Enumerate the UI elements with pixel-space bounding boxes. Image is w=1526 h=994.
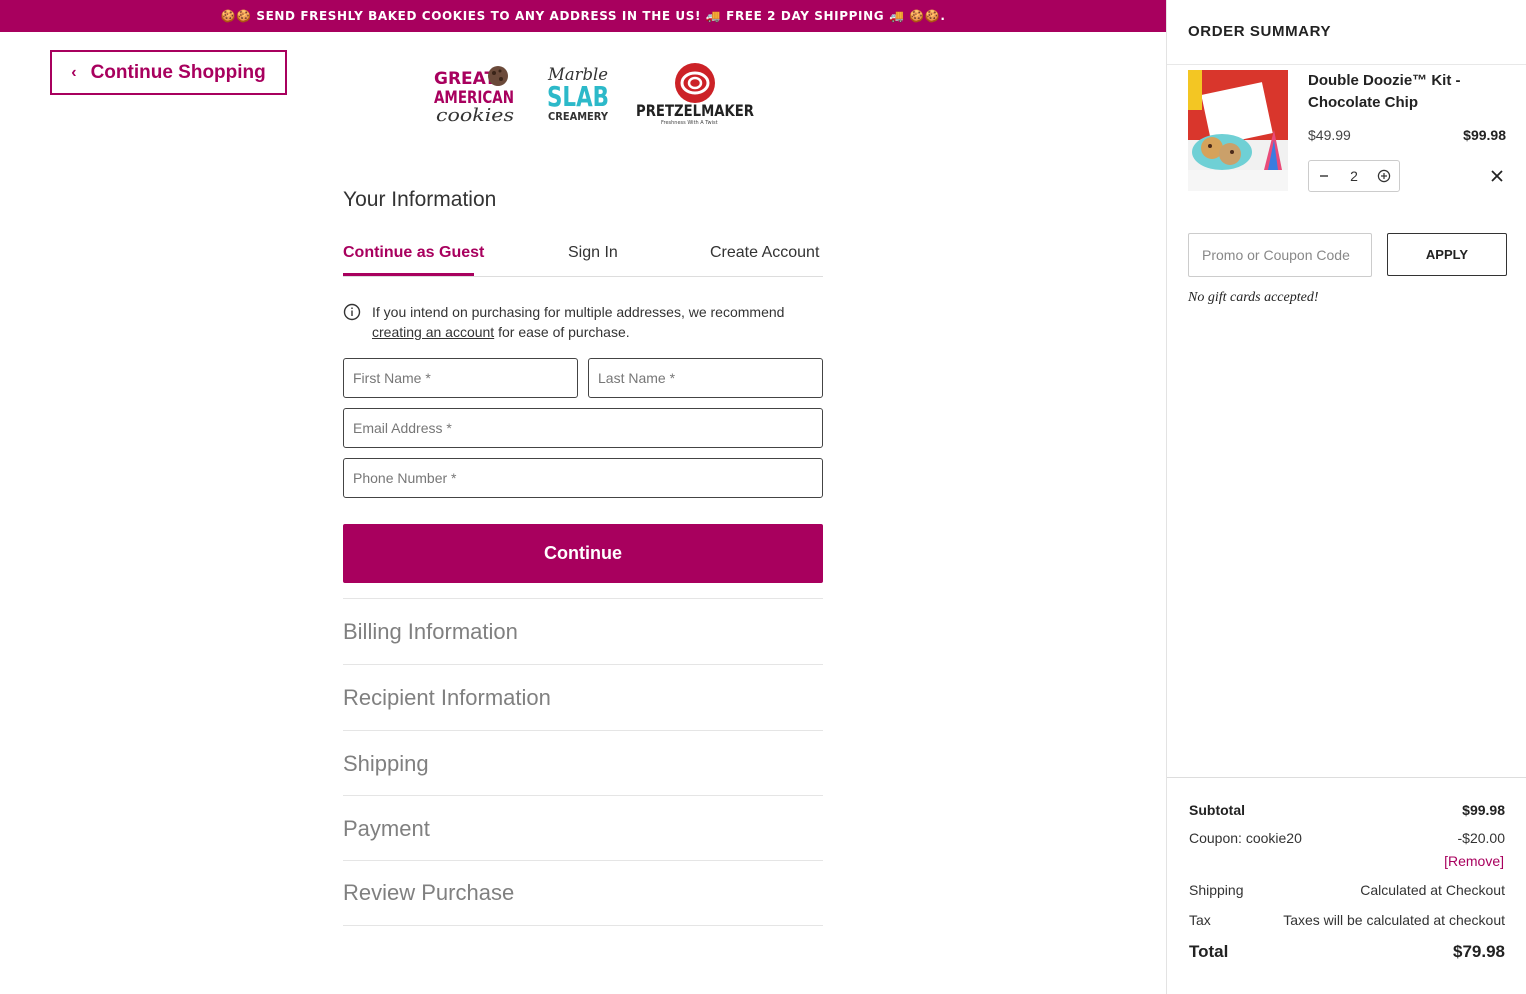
account-tabs: Continue as Guest Sign In Create Account xyxy=(343,241,823,277)
svg-text:GREAT: GREAT xyxy=(434,69,496,89)
step-shipping: Shipping xyxy=(343,730,823,796)
tax-value: Taxes will be calculated at checkout xyxy=(1283,912,1505,928)
coupon-label: Coupon: cookie20 xyxy=(1189,830,1302,846)
chevron-left-icon: ‹ xyxy=(71,63,77,81)
svg-text:SLAB: SLAB xyxy=(547,80,609,113)
tab-create-account[interactable]: Create Account xyxy=(710,244,819,262)
step-payment: Payment xyxy=(343,795,823,861)
info-icon xyxy=(343,303,361,321)
remove-item-icon[interactable] xyxy=(1488,167,1506,185)
quantity-stepper: 2 xyxy=(1308,160,1400,192)
step-review-purchase: Review Purchase xyxy=(343,860,823,926)
total-value: $79.98 xyxy=(1453,942,1505,961)
gift-card-note: No gift cards accepted! xyxy=(1188,290,1319,305)
tab-continue-as-guest[interactable]: Continue as Guest xyxy=(343,244,484,262)
shipping-row: Shipping Calculated at Checkout xyxy=(1189,882,1505,898)
email-field[interactable]: Email Address * xyxy=(343,408,823,448)
divider xyxy=(1167,64,1526,65)
unit-price: $49.99 xyxy=(1308,127,1351,143)
subtotal-label: Subtotal xyxy=(1189,802,1245,818)
pretzelmaker-logo: PRETZELMAKER Freshness With A Twist xyxy=(636,63,754,126)
shipping-value: Calculated at Checkout xyxy=(1360,882,1505,898)
continue-button[interactable]: Continue xyxy=(343,524,823,583)
remove-coupon-link[interactable]: [Remove] xyxy=(1444,853,1504,869)
create-account-link[interactable]: creating an account xyxy=(372,324,494,340)
promo-code-input[interactable]: Promo or Coupon Code xyxy=(1188,233,1372,277)
product-image xyxy=(1188,70,1288,191)
tax-label: Tax xyxy=(1189,912,1211,928)
order-summary-panel: ORDER SUMMARY Double Doozie™ Kit - Choco… xyxy=(1166,0,1526,994)
svg-text:PRETZELMAKER: PRETZELMAKER xyxy=(636,101,754,120)
last-name-field[interactable]: Last Name * xyxy=(588,358,823,398)
active-tab-indicator xyxy=(343,273,474,276)
order-summary-title: ORDER SUMMARY xyxy=(1188,23,1332,40)
subtotal-value: $99.98 xyxy=(1462,802,1505,818)
continue-shopping-label: Continue Shopping xyxy=(90,61,266,83)
minus-icon xyxy=(1320,175,1328,177)
coupon-value: -$20.00 xyxy=(1457,830,1505,846)
shipping-label: Shipping xyxy=(1189,882,1244,898)
promo-banner: 🍪🍪 SEND FRESHLY BAKED COOKIES TO ANY ADD… xyxy=(0,0,1166,32)
svg-text:Freshness With A Twist: Freshness With A Twist xyxy=(661,120,718,126)
step-recipient-information: Recipient Information xyxy=(343,664,823,730)
your-information-title: Your Information xyxy=(343,188,497,211)
apply-promo-button[interactable]: APPLY xyxy=(1387,233,1507,276)
phone-field[interactable]: Phone Number * xyxy=(343,458,823,498)
svg-text:CREAMERY: CREAMERY xyxy=(548,110,609,123)
tax-row: Tax Taxes will be calculated at checkout xyxy=(1189,912,1505,928)
continue-shopping-button[interactable]: ‹ Continue Shopping xyxy=(50,50,287,95)
great-american-cookies-logo: GREAT AMERICAN cookies xyxy=(434,66,514,126)
first-name-field[interactable]: First Name * xyxy=(343,358,578,398)
totals-divider xyxy=(1167,777,1526,778)
plus-circle-icon xyxy=(1377,169,1391,183)
product-name[interactable]: Double Doozie™ Kit - Chocolate Chip xyxy=(1308,70,1468,114)
notice-text: If you intend on purchasing for multiple… xyxy=(372,304,785,340)
marble-slab-creamery-logo: Marble SLAB CREAMERY xyxy=(547,65,609,123)
total-row: Total $79.98 xyxy=(1189,942,1505,962)
line-total: $99.98 xyxy=(1463,127,1506,143)
subtotal-row: Subtotal $99.98 xyxy=(1189,802,1505,818)
quantity-value: 2 xyxy=(1350,168,1358,184)
step-billing-information: Billing Information xyxy=(343,598,823,664)
increase-quantity-button[interactable] xyxy=(1376,168,1392,184)
multiple-address-notice: If you intend on purchasing for multiple… xyxy=(343,302,823,342)
decrease-quantity-button[interactable] xyxy=(1316,168,1332,184)
tab-sign-in[interactable]: Sign In xyxy=(568,244,618,262)
svg-text:cookies: cookies xyxy=(436,105,514,126)
brand-logos: GREAT AMERICAN cookies Marble SLAB CREAM… xyxy=(434,63,754,126)
coupon-row: Coupon: cookie20 -$20.00 xyxy=(1189,830,1505,846)
total-label: Total xyxy=(1189,942,1229,961)
